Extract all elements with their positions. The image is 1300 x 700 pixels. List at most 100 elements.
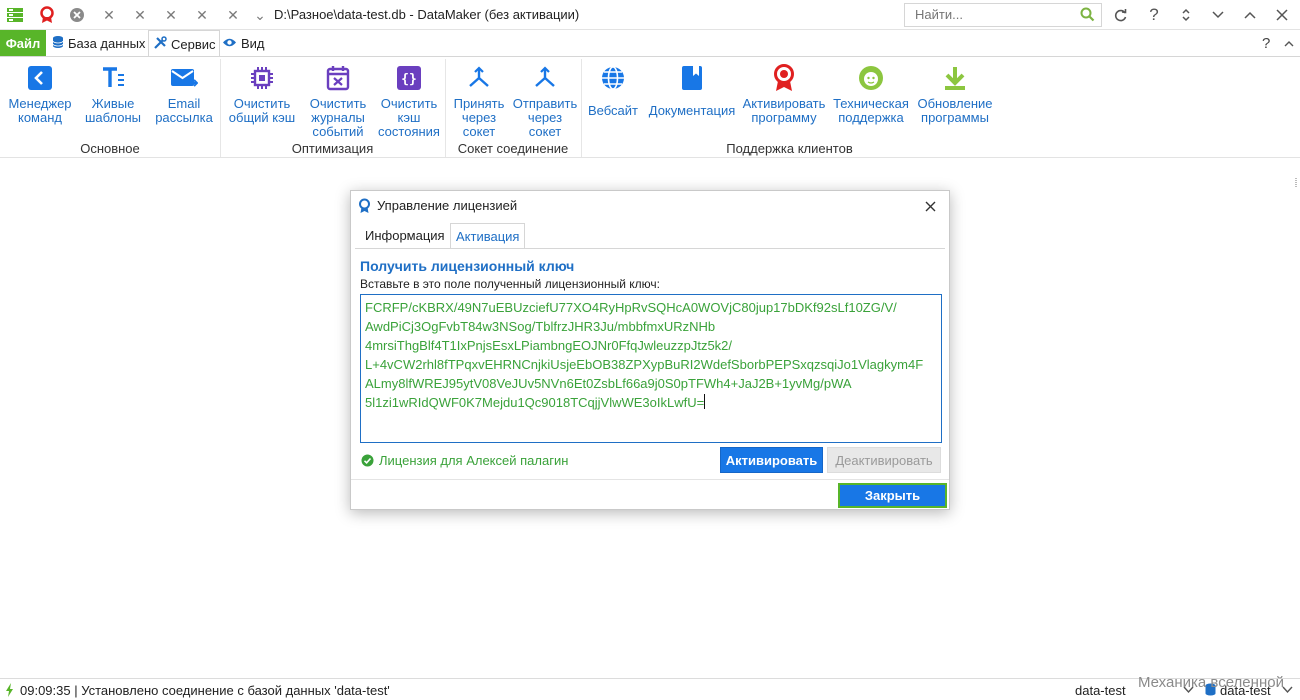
tab-file[interactable]: Файл xyxy=(0,30,46,57)
receive-socket-button[interactable]: Принять через сокет xyxy=(450,63,508,139)
docs-button[interactable]: Документация xyxy=(646,63,738,118)
text-cursor xyxy=(704,394,706,409)
license-status-text: Лицензия для Алексей палагин xyxy=(379,453,569,468)
clear-logs-label: Очистить журналы событий xyxy=(309,96,367,139)
search-box[interactable] xyxy=(904,3,1102,27)
close-icon[interactable]: ✕ xyxy=(156,0,186,30)
search-input[interactable] xyxy=(915,7,1075,22)
tech-support-label: Техническая поддержка xyxy=(833,96,909,125)
group-main-label: Основное xyxy=(80,141,140,156)
send-socket-button[interactable]: Отправить через сокет xyxy=(512,63,578,139)
website-button[interactable]: Вебсайт xyxy=(586,63,640,118)
activate-program-label: Активировать программу xyxy=(742,96,826,125)
close-button[interactable]: Закрыть xyxy=(838,483,947,508)
clear-state-button[interactable]: {} Очистить кэш состояния xyxy=(376,63,442,139)
close-circle-icon[interactable] xyxy=(62,0,92,30)
receive-socket-label: Принять через сокет xyxy=(453,96,505,139)
calendar-clear-icon xyxy=(323,63,353,93)
text-template-icon xyxy=(98,63,128,93)
license-icon[interactable] xyxy=(32,0,62,30)
docs-label: Документация xyxy=(648,103,736,118)
status-db-name[interactable]: data-test xyxy=(1075,683,1126,698)
clear-cache-button[interactable]: Очистить общий кэш xyxy=(226,63,298,125)
license-icon xyxy=(358,198,371,217)
license-status: Лицензия для Алексей палагин xyxy=(361,453,568,468)
globe-icon xyxy=(598,63,628,93)
download-icon xyxy=(940,63,970,93)
update-program-label: Обновление программы xyxy=(917,96,993,125)
tools-icon xyxy=(153,35,167,53)
status-message: 09:09:35 | Установлено соединение с базо… xyxy=(20,683,390,698)
support-agent-icon xyxy=(856,63,886,93)
group-optimization-label: Оптимизация xyxy=(291,141,374,156)
live-templates-button[interactable]: Живые шаблоны xyxy=(80,63,146,125)
svg-text:{}: {} xyxy=(401,72,417,87)
command-manager-label: Менеджер команд xyxy=(8,96,72,125)
group-support-label: Поддержка клиентов xyxy=(726,141,853,156)
send-socket-label: Отправить через сокет xyxy=(512,96,578,139)
close-icon[interactable]: ✕ xyxy=(125,0,155,30)
search-icon[interactable] xyxy=(1080,7,1095,25)
chevron-down-icon[interactable] xyxy=(1202,0,1234,30)
clear-cache-label: Очистить общий кэш xyxy=(228,96,296,125)
socket-send-icon xyxy=(530,63,560,93)
tab-information[interactable]: Информация xyxy=(360,223,450,248)
chevron-down-icon[interactable]: ⌄ xyxy=(245,0,275,30)
email-label: Email рассылка xyxy=(155,96,213,125)
book-icon xyxy=(677,63,707,93)
tech-support-button[interactable]: Техническая поддержка xyxy=(832,63,910,125)
clear-logs-button[interactable]: Очистить журналы событий xyxy=(304,63,372,139)
key-hint: Вставьте в это поле полученный лицензион… xyxy=(360,277,660,291)
tab-databases[interactable]: База данных xyxy=(52,30,145,57)
tab-view-label: Вид xyxy=(241,36,265,51)
close-icon[interactable]: ✕ xyxy=(218,0,248,30)
help-icon[interactable]: ? xyxy=(1262,30,1270,57)
command-manager-button[interactable]: Менеджер команд xyxy=(6,63,74,125)
group-socket-label: Сокет соединение xyxy=(457,141,569,156)
mail-send-icon xyxy=(169,63,199,93)
socket-receive-icon xyxy=(464,63,494,93)
live-templates-label: Живые шаблоны xyxy=(84,96,141,125)
dialog-title: Управление лицензией xyxy=(377,198,518,213)
window-title: D:\Разное\data-test.db - DataMaker (без … xyxy=(274,7,580,22)
license-key-text: FCRFP/cKBRX/49N7uEBUzciefU77XO4RyHpRvSQH… xyxy=(365,300,924,410)
help-icon[interactable]: ? xyxy=(1138,0,1170,30)
activate-program-button[interactable]: Активировать программу xyxy=(740,63,828,125)
tab-databases-label: База данных xyxy=(68,36,146,51)
database-icon xyxy=(52,35,64,52)
status-bar: 09:09:35 | Установлено соединение с базо… xyxy=(0,678,1300,700)
license-award-icon xyxy=(769,63,799,93)
tab-divider xyxy=(355,248,945,249)
ribbon-tabs: Файл База данных Сервис Вид ? xyxy=(0,30,1300,58)
app-menu-icon[interactable] xyxy=(0,0,30,30)
lightning-icon xyxy=(5,683,14,700)
chip-icon xyxy=(247,63,277,93)
license-key-textarea[interactable]: FCRFP/cKBRX/49N7uEBUzciefU77XO4RyHpRvSQH… xyxy=(360,294,942,443)
email-button[interactable]: Email рассылка xyxy=(152,63,216,125)
update-program-button[interactable]: Обновление программы xyxy=(914,63,996,125)
chevron-up-icon[interactable] xyxy=(1234,0,1266,30)
tab-service[interactable]: Сервис xyxy=(148,30,220,58)
dialog-footer-divider xyxy=(351,479,949,480)
expand-icon[interactable] xyxy=(1170,0,1202,30)
activate-button[interactable]: Активировать xyxy=(720,447,823,473)
tab-view[interactable]: Вид xyxy=(222,30,265,57)
tab-activation[interactable]: Активация xyxy=(450,223,526,249)
eye-icon xyxy=(222,36,237,51)
close-icon[interactable]: ✕ xyxy=(94,0,124,30)
deactivate-button[interactable]: Деактивировать xyxy=(827,447,941,473)
refresh-icon[interactable] xyxy=(1104,0,1136,30)
license-dialog: Управление лицензией Информация Активаци… xyxy=(350,190,950,510)
code-braces-icon: {} xyxy=(394,63,424,93)
check-circle-icon xyxy=(361,454,374,467)
right-scroll-mark xyxy=(1295,176,1297,188)
dialog-close-icon[interactable] xyxy=(919,195,941,217)
close-icon[interactable]: ✕ xyxy=(187,0,217,30)
window-close-icon[interactable] xyxy=(1266,0,1298,30)
title-bar: ✕ ✕ ✕ ✕ ✕ ⌄ D:\Разное\data-test.db - Dat… xyxy=(0,0,1300,30)
section-title: Получить лицензионный ключ xyxy=(360,258,575,274)
chevron-up-icon[interactable] xyxy=(1284,30,1294,57)
tab-service-label: Сервис xyxy=(171,36,216,52)
website-label: Вебсайт xyxy=(587,103,638,118)
back-icon xyxy=(25,63,55,93)
